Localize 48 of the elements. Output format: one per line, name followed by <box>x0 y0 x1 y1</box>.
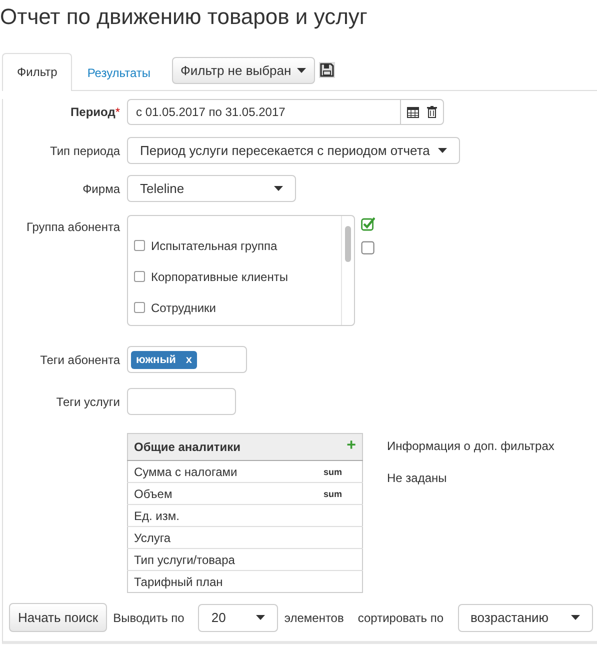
page-title: Отчет по движению товаров и услуг <box>0 3 368 31</box>
caret-icon <box>297 68 306 72</box>
service-tags-label: Теги услуги <box>55 394 120 408</box>
caret-icon <box>570 615 580 620</box>
tag: южный x <box>131 350 197 368</box>
items-label: элементов <box>284 610 344 624</box>
sort-label: сортировать по <box>358 610 444 624</box>
tags-field[interactable] <box>127 388 236 415</box>
table-title: Общие аналитики <box>134 440 240 454</box>
table-cell: Тарифный план <box>134 574 223 588</box>
check-all-icon[interactable] <box>361 217 375 231</box>
tags-field[interactable]: южный x <box>127 346 247 373</box>
aggregate-label: sum <box>323 488 342 498</box>
caret-icon <box>438 148 447 153</box>
checkbox-icon[interactable] <box>361 241 375 255</box>
table-cell: Объем <box>134 486 172 500</box>
table-cell: Ед. изм. <box>134 508 180 522</box>
table-cell: Услуга <box>134 530 171 544</box>
save-icon[interactable] <box>319 62 336 78</box>
filter-dropdown[interactable]: Фильтр не выбран <box>172 56 316 84</box>
group-item[interactable]: Сотрудники <box>128 292 341 323</box>
table-cell: Сумма с налогами <box>134 464 238 478</box>
tab[interactable]: Фильтр <box>2 53 72 91</box>
table-cell: Тип услуги/товара <box>134 552 235 566</box>
firm-label: Фирма <box>82 182 120 196</box>
caret-icon <box>256 615 266 620</box>
period-type-select[interactable]: Период услуги пересекается с периодом отчета <box>127 137 460 164</box>
tab[interactable]: Результаты <box>72 54 166 91</box>
group-label: Группа абонента <box>25 219 120 234</box>
group-item[interactable]: Испытательная группа <box>128 230 341 261</box>
trash-icon[interactable] <box>427 106 437 118</box>
remove-tag-button[interactable]: x <box>186 354 192 366</box>
group-item[interactable]: Корпоративные клиенты <box>128 261 341 292</box>
period-label: Период* <box>70 105 120 119</box>
subscriber-tags-label: Теги абонента <box>39 352 120 366</box>
aggregate-label: sum <box>323 466 342 476</box>
caret-icon <box>274 186 283 191</box>
period-type-label: Тип периода <box>49 144 120 158</box>
calendar-icon[interactable] <box>407 106 419 118</box>
firm-select[interactable]: Teleline <box>127 175 296 202</box>
sort-select[interactable]: возрастанию <box>458 604 593 632</box>
search-button[interactable]: Начать поиск <box>9 603 108 632</box>
page-size-select[interactable]: 20 <box>198 604 278 632</box>
scrollbar[interactable] <box>341 216 354 325</box>
period-field[interactable]: с 01.05.2017 по 31.05.2017 <box>127 99 444 125</box>
extra-filters-title: Информация о доп. фильтрах <box>387 439 554 453</box>
page-size-label: Выводить по <box>113 610 184 624</box>
extra-filters-value: Не заданы <box>387 471 448 485</box>
